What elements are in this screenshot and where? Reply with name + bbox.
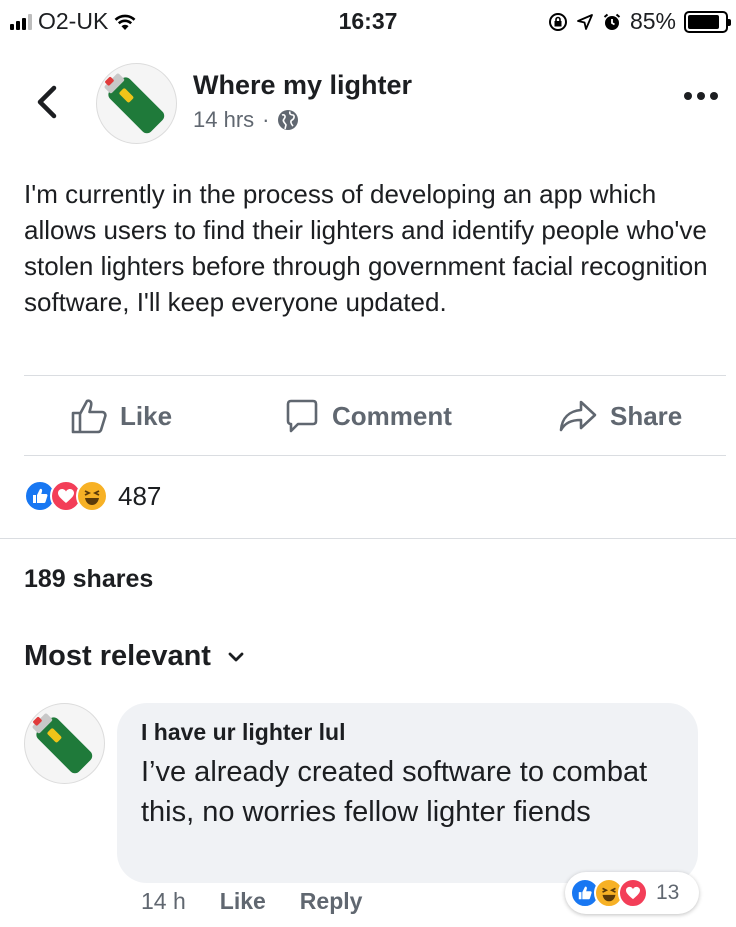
divider xyxy=(24,455,726,456)
comment-author-avatar[interactable] xyxy=(24,703,105,784)
lighter-icon xyxy=(32,713,93,774)
meta-separator: · xyxy=(262,107,270,132)
love-reaction-icon xyxy=(618,878,648,908)
shares-count[interactable]: 189 shares xyxy=(24,565,153,594)
comment-time: 14 h xyxy=(141,888,186,914)
share-button[interactable]: Share xyxy=(558,378,682,454)
battery-fill xyxy=(688,14,719,29)
post-actions: Like Comment Share xyxy=(0,378,736,454)
comment-reaction-count: 13 xyxy=(656,881,680,904)
comment-icon xyxy=(286,399,318,433)
post-time[interactable]: 14 hrs xyxy=(193,107,254,133)
location-icon xyxy=(577,13,593,30)
reaction-count: 487 xyxy=(118,480,162,511)
comment-sort-dropdown[interactable]: Most relevant xyxy=(24,640,245,673)
comment-button[interactable]: Comment xyxy=(284,378,452,454)
more-options-icon[interactable] xyxy=(684,92,718,100)
post-reactions[interactable]: 487 xyxy=(24,480,161,512)
post-author-name[interactable]: Where my lighter xyxy=(193,70,412,101)
comment-reactions[interactable]: 13 xyxy=(565,872,699,914)
orientation-lock-icon xyxy=(548,12,567,31)
like-label: Like xyxy=(120,400,173,431)
alarm-icon xyxy=(603,13,621,30)
post-meta: 14 hrs · xyxy=(193,107,299,133)
post-author-avatar[interactable] xyxy=(96,63,177,144)
share-label: Share xyxy=(610,400,683,431)
post-body: I'm currently in the process of developi… xyxy=(24,179,708,317)
lighter-icon xyxy=(104,73,165,134)
comment-reply-button[interactable]: Reply xyxy=(300,888,363,915)
like-button[interactable]: Like xyxy=(70,378,172,454)
comment-text: I’ve already created software to combat … xyxy=(141,756,648,828)
comment-author-name[interactable]: I have ur lighter lul xyxy=(141,719,674,746)
status-right: 85% xyxy=(548,8,731,35)
comment-like-button[interactable]: Like xyxy=(220,888,266,915)
divider xyxy=(0,538,736,539)
battery-percent: 85% xyxy=(629,8,676,34)
share-arrow-icon xyxy=(559,400,597,432)
comment-label: Comment xyxy=(332,400,452,431)
globe-icon xyxy=(278,110,299,130)
chevron-down-icon xyxy=(228,652,244,661)
comment-bubble: I have ur lighter lul I’ve already creat… xyxy=(117,703,698,883)
sort-label: Most relevant xyxy=(24,640,211,672)
thumbs-up-icon xyxy=(71,399,107,434)
back-arrow-icon[interactable] xyxy=(30,82,66,122)
battery-icon xyxy=(684,10,731,33)
status-bar: O2-UK 16:37 85% xyxy=(0,0,736,44)
comment-meta: 14 h Like Reply xyxy=(141,888,362,915)
divider xyxy=(24,375,726,376)
haha-reaction-icon xyxy=(76,480,108,512)
